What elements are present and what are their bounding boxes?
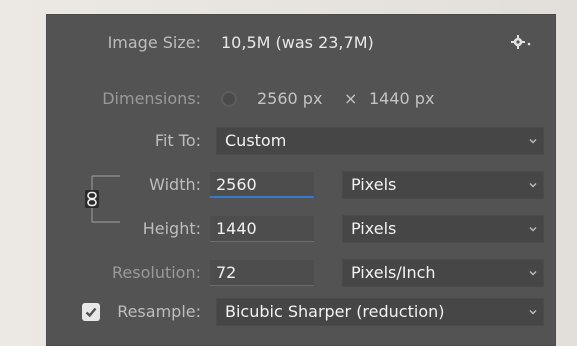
- dimensions-unit-toggle[interactable]: [221, 91, 237, 107]
- fit-to-label: Fit To:: [154, 131, 201, 150]
- resample-method-select[interactable]: Bicubic Sharper (reduction): [216, 298, 544, 326]
- chevron-down-icon: [529, 308, 537, 316]
- chevron-down-icon: [529, 225, 537, 233]
- dimensions-label: Dimensions:: [102, 89, 201, 108]
- height-row: Height: 1440 Pixels: [46, 214, 556, 244]
- width-row: Width: 2560 Pixels: [46, 170, 556, 200]
- image-size-value: 10,5M (was 23,7M): [221, 33, 374, 52]
- resolution-unit-select[interactable]: Pixels/Inch: [342, 259, 544, 287]
- chain-link-icon[interactable]: [76, 164, 120, 234]
- height-label: Height:: [142, 219, 201, 238]
- image-size-label: Image Size:: [107, 33, 201, 52]
- chevron-down-icon: [529, 269, 537, 277]
- height-unit-select[interactable]: Pixels: [342, 215, 544, 243]
- chevron-down-icon: [529, 137, 537, 145]
- resample-method-selected: Bicubic Sharper (reduction): [225, 302, 445, 321]
- gear-icon[interactable]: [510, 34, 532, 50]
- width-unit-select[interactable]: Pixels: [342, 171, 544, 199]
- resolution-row: Resolution: 72 Pixels/Inch: [46, 258, 556, 288]
- resolution-label: Resolution:: [112, 263, 201, 282]
- image-size-row: Image Size: 10,5M (was 23,7M): [46, 28, 556, 58]
- resample-row: Resample: Bicubic Sharper (reduction): [46, 297, 556, 327]
- dimensions-height: 1440 px: [369, 89, 435, 108]
- width-label: Width:: [149, 175, 201, 194]
- fit-to-row: Fit To: Custom: [46, 126, 556, 156]
- fit-to-selected: Custom: [225, 131, 287, 150]
- width-unit-selected: Pixels: [351, 175, 397, 194]
- resample-label[interactable]: Resample:: [117, 297, 201, 327]
- width-input[interactable]: 2560: [210, 172, 314, 198]
- dimensions-width: 2560 px: [257, 89, 323, 108]
- chevron-down-icon: [529, 181, 537, 189]
- dimensions-times: ×: [344, 89, 358, 108]
- resolution-input[interactable]: 72: [210, 260, 314, 286]
- image-size-panel: Image Size: 10,5M (was 23,7M) Dimensions…: [46, 14, 556, 346]
- height-unit-selected: Pixels: [351, 219, 397, 238]
- fit-to-select[interactable]: Custom: [216, 127, 544, 155]
- dimensions-row: Dimensions: 2560 px × 1440 px: [46, 84, 556, 114]
- resolution-unit-selected: Pixels/Inch: [351, 263, 436, 282]
- height-input[interactable]: 1440: [210, 216, 314, 242]
